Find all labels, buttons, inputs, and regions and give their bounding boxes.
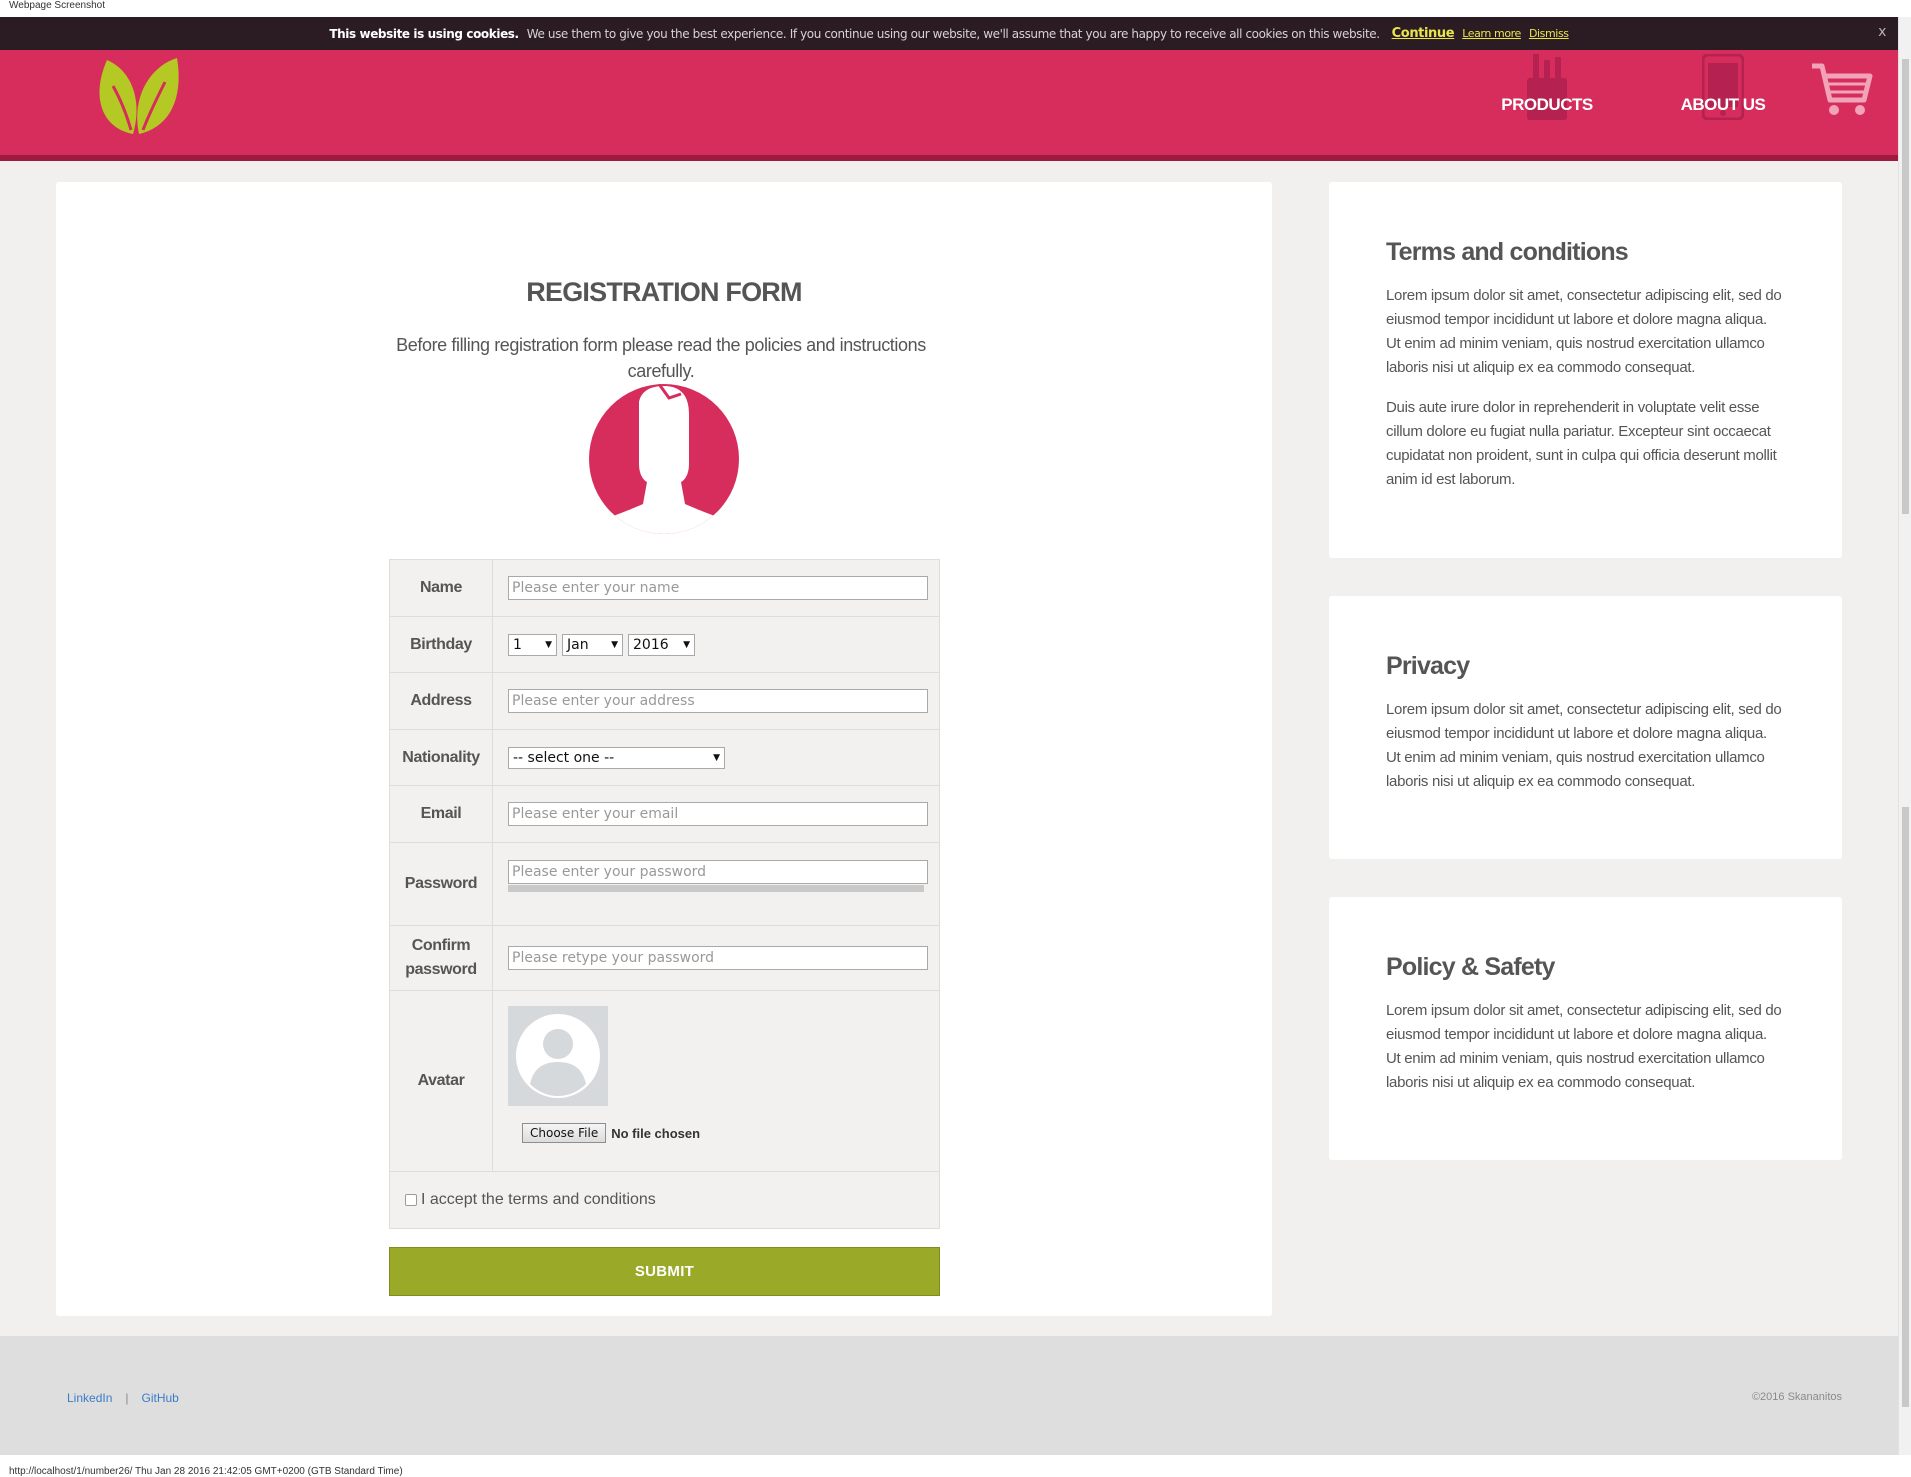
registration-card: REGISTRATION FORM Before filling registr… <box>56 182 1272 1316</box>
password-label: Password <box>389 842 493 926</box>
footer-links: LinkedIn | GitHub <box>67 1391 179 1405</box>
status-bar: http://localhost/1/number26/ Thu Jan 28 … <box>9 1466 403 1477</box>
birthday-month-select[interactable]: Jan ▼ <box>562 633 623 656</box>
privacy-title: Privacy <box>1386 652 1470 680</box>
registration-form: Name Please enter your name Birthday 1 ▼ J… <box>389 559 940 1229</box>
choose-file-button[interactable]: Choose File <box>522 1123 607 1143</box>
leaf-logo-icon[interactable] <box>95 56 180 136</box>
birthday-year-select[interactable]: 2016 ▼ <box>628 633 695 656</box>
cookie-bar: This website is using cookies. We use th… <box>0 17 1898 50</box>
confirm-password-label: Confirm password <box>389 925 493 991</box>
avatar-placeholder-icon <box>508 1006 608 1106</box>
email-input[interactable]: Please enter your email <box>508 802 928 826</box>
no-file-chosen-text: No file chosen <box>611 1125 701 1141</box>
nav-products-label: PRODUCTS <box>1501 95 1593 114</box>
cookie-title: This website is using cookies. <box>329 26 519 41</box>
cookie-continue-link[interactable]: Continue <box>1392 26 1455 41</box>
confirm-label-line2: password <box>405 961 477 978</box>
form-title: REGISTRATION FORM <box>526 277 802 307</box>
nav-about-us[interactable]: ABOUT US <box>1662 50 1784 150</box>
birthday-year-value: 2016 <box>633 636 669 653</box>
page-viewport: This website is using cookies. We use th… <box>0 17 1898 1455</box>
scrollbar-thumb-lower[interactable] <box>1902 807 1909 1407</box>
policy-title: Policy & Safety <box>1386 953 1555 981</box>
birthday-label: Birthday <box>389 616 493 673</box>
policy-card: Policy & Safety Lorem ipsum dolor sit am… <box>1329 897 1842 1160</box>
cookie-learn-more-link[interactable]: Learn more <box>1462 27 1521 40</box>
cookie-text: We use them to give you the best experie… <box>526 26 1380 41</box>
github-link[interactable]: GitHub <box>142 1391 179 1405</box>
cookie-close-button[interactable]: x <box>1878 24 1886 40</box>
name-label: Name <box>389 559 493 617</box>
chevron-down-icon: ▼ <box>611 639 618 650</box>
name-input[interactable]: Please enter your name <box>508 576 928 600</box>
chevron-down-icon: ▼ <box>545 639 552 650</box>
terms-paragraph-2: Duis aute irure dolor in reprehenderit i… <box>1386 399 1777 488</box>
footer-separator: | <box>125 1391 129 1405</box>
nationality-value: -- select one -- <box>513 749 615 766</box>
page-scrollbar[interactable] <box>1898 17 1911 1455</box>
window-title: Webpage Screenshot <box>9 0 105 11</box>
profile-silhouette-icon <box>589 384 739 534</box>
chevron-down-icon: ▼ <box>713 752 720 763</box>
avatar-label: Avatar <box>389 990 493 1172</box>
birthday-day-value: 1 <box>513 636 522 653</box>
nationality-label: Nationality <box>389 729 493 786</box>
password-strength-meter <box>508 885 924 892</box>
site-header: PRODUCTS ABOUT US <box>0 50 1898 161</box>
terms-label: I accept the terms and conditions <box>421 1191 656 1208</box>
copyright: ©2016 Skananitos <box>1751 1391 1842 1403</box>
chevron-down-icon: ▼ <box>683 639 690 650</box>
terms-checkbox[interactable] <box>405 1194 417 1206</box>
confirm-password-input[interactable]: Please retype your password <box>508 946 928 970</box>
terms-card: Terms and conditions Lorem ipsum dolor s… <box>1329 182 1842 558</box>
nav-about-label: ABOUT US <box>1680 95 1766 114</box>
policy-paragraph: Lorem ipsum dolor sit amet, consectetur … <box>1386 1002 1782 1091</box>
email-label: Email <box>389 785 493 843</box>
submit-button[interactable]: SUBMIT <box>389 1247 940 1296</box>
terms-title: Terms and conditions <box>1386 238 1629 266</box>
birthday-month-value: Jan <box>567 636 589 653</box>
address-input[interactable]: Please enter your address <box>508 689 928 713</box>
address-label: Address <box>389 672 493 730</box>
nationality-select[interactable]: -- select one -- ▼ <box>508 746 725 769</box>
privacy-paragraph: Lorem ipsum dolor sit amet, consectetur … <box>1386 701 1782 790</box>
scrollbar-thumb[interactable] <box>1902 59 1909 514</box>
cookie-dismiss-link[interactable]: Dismiss <box>1529 27 1569 40</box>
nav-products[interactable]: PRODUCTS <box>1492 50 1602 150</box>
privacy-card: Privacy Lorem ipsum dolor sit amet, cons… <box>1329 596 1842 859</box>
form-intro: Before filling registration form please … <box>396 335 926 381</box>
confirm-label-line1: Confirm <box>411 937 471 954</box>
birthday-day-select[interactable]: 1 ▼ <box>508 633 557 656</box>
cart-icon[interactable] <box>1810 62 1874 118</box>
linkedin-link[interactable]: LinkedIn <box>67 1391 112 1405</box>
terms-paragraph-1: Lorem ipsum dolor sit amet, consectetur … <box>1386 287 1782 376</box>
password-input[interactable]: Please enter your password <box>508 860 928 884</box>
site-footer: LinkedIn | GitHub ©2016 Skananitos <box>0 1336 1898 1455</box>
